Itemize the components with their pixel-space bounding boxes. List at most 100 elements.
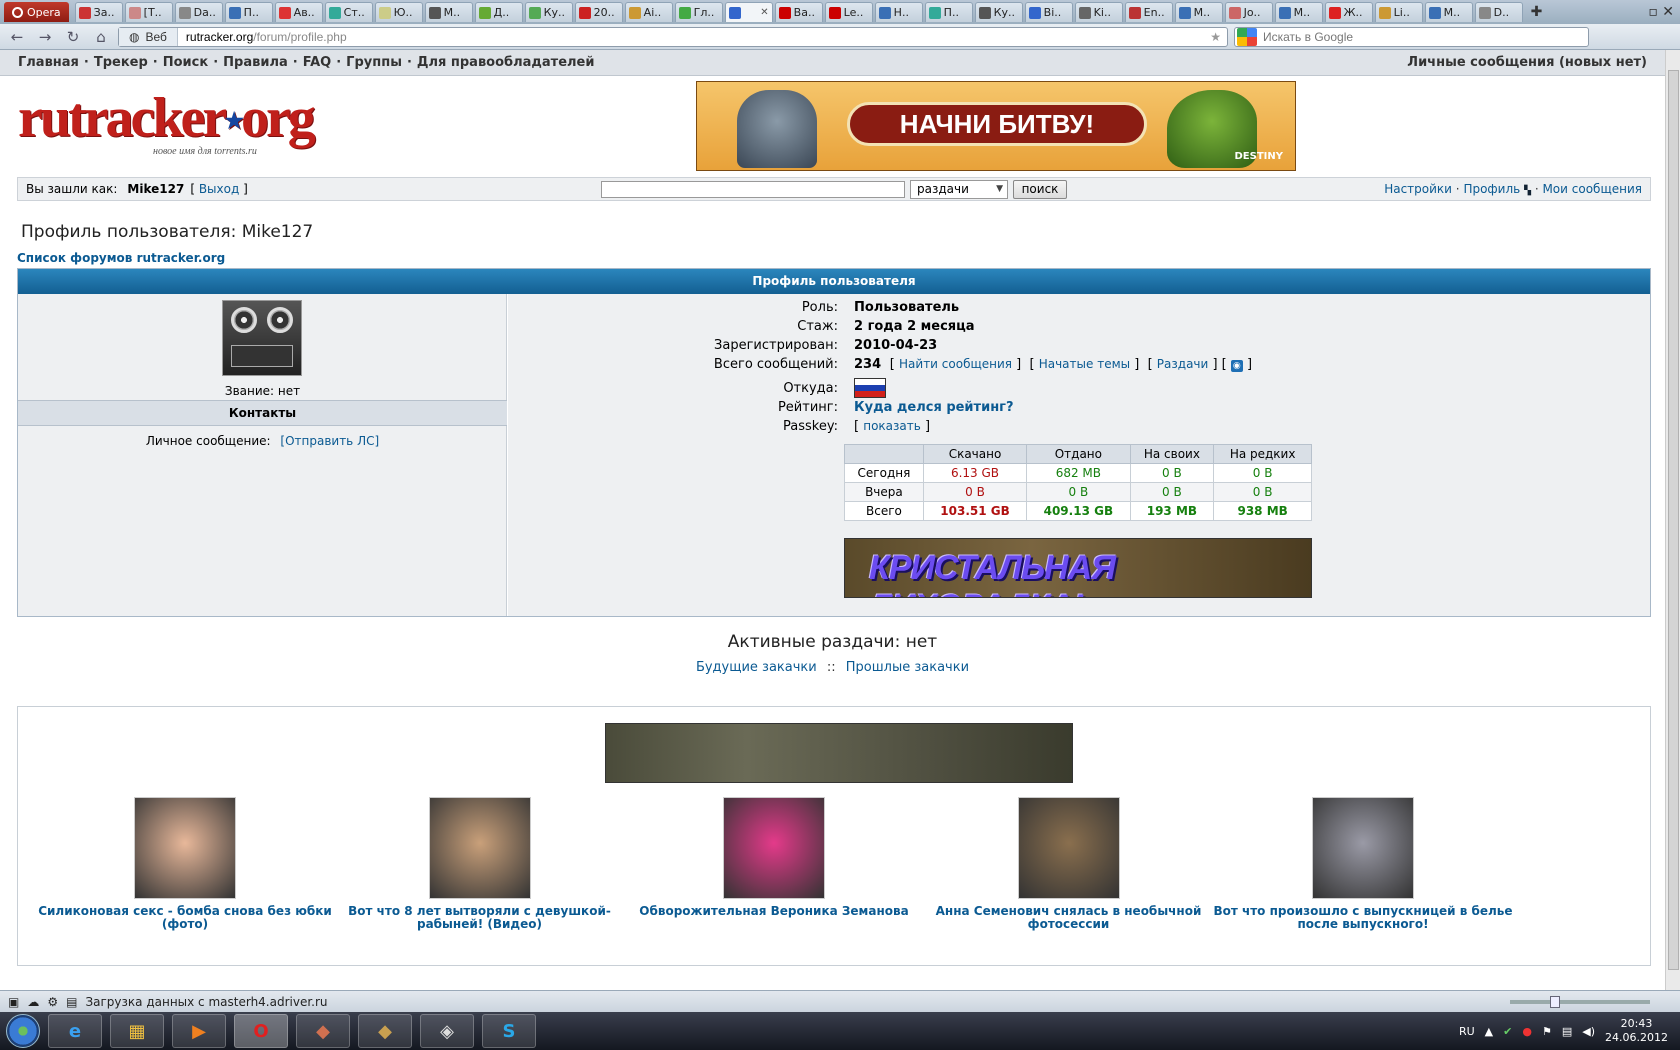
taskbar-ie-icon[interactable]: e bbox=[48, 1014, 102, 1048]
teaser-image[interactable] bbox=[134, 797, 236, 899]
game-ad-banner[interactable] bbox=[605, 723, 1073, 783]
browser-tab[interactable]: М.. bbox=[1274, 2, 1323, 22]
browser-tab[interactable]: За.. bbox=[74, 2, 123, 22]
opera-menu-button[interactable]: Opera bbox=[4, 2, 69, 22]
rss-icon[interactable]: ◉ bbox=[1230, 360, 1243, 372]
teaser-item[interactable]: Вот что 8 лет вытворяли с девушкой- рабы… bbox=[330, 797, 630, 931]
pm-status-link[interactable]: Личные сообщения (новых нет) bbox=[1407, 55, 1647, 70]
teaser-image[interactable] bbox=[1017, 797, 1120, 899]
browser-tab[interactable]: Ку.. bbox=[524, 2, 573, 22]
logout-link[interactable]: Выход bbox=[199, 182, 239, 196]
browser-tab[interactable]: М.. bbox=[1424, 2, 1473, 22]
taskbar-explorer-icon[interactable]: ▦ bbox=[110, 1014, 164, 1048]
teaser-caption[interactable]: Вот что 8 лет вытворяли с девушкой- рабы… bbox=[330, 905, 630, 931]
tray-arrow-icon[interactable]: ▲ bbox=[1485, 1025, 1493, 1038]
teaser-item[interactable]: Анна Семенович снялась в необычной фотос… bbox=[919, 797, 1219, 931]
tray-network-icon[interactable]: ▤ bbox=[1562, 1025, 1572, 1038]
teaser-image[interactable] bbox=[1312, 797, 1414, 899]
browser-tab[interactable]: Le.. bbox=[824, 2, 873, 22]
settings-link[interactable]: Настройки bbox=[1384, 182, 1452, 196]
teaser-caption[interactable]: Обворожительная Вероника Земанова bbox=[624, 905, 924, 918]
browser-tab[interactable]: Bi.. bbox=[1024, 2, 1073, 22]
crystal-fever-banner[interactable]: КРИСТАЛЬНАЯ ЛИХОРАДКА! bbox=[844, 538, 1312, 598]
browser-tab[interactable]: М.. bbox=[424, 2, 473, 22]
browser-tab[interactable]: Jo.. bbox=[1224, 2, 1273, 22]
browser-tab[interactable]: Ю.. bbox=[374, 2, 423, 22]
cloud-icon[interactable]: ☁ bbox=[27, 995, 39, 1009]
browser-tab[interactable]: Ai.. bbox=[624, 2, 673, 22]
forward-icon[interactable]: → bbox=[34, 28, 56, 46]
browser-tab[interactable]: М.. bbox=[1174, 2, 1223, 22]
start-button[interactable] bbox=[6, 1014, 40, 1048]
teaser-item[interactable]: Обворожительная Вероника Земанова bbox=[624, 797, 924, 918]
send-pm-link[interactable]: [Отправить ЛС] bbox=[280, 434, 379, 448]
passkey-show-link[interactable]: показать bbox=[863, 419, 921, 433]
browser-tab[interactable]: Ст.. bbox=[324, 2, 373, 22]
taskbar-skype-icon[interactable]: S bbox=[482, 1014, 536, 1048]
search-button[interactable]: поиск bbox=[1013, 180, 1067, 199]
search-category-select[interactable]: раздачи ▼ bbox=[910, 180, 1008, 199]
search-input[interactable] bbox=[601, 181, 905, 198]
site-logo[interactable]: rutracker★org новое имя для torrents.ru bbox=[18, 88, 338, 168]
browser-tab[interactable]: En.. bbox=[1124, 2, 1173, 22]
browser-tab[interactable]: [Т.. bbox=[124, 2, 173, 22]
browser-tab[interactable]: П.. bbox=[224, 2, 273, 22]
tray-check-icon[interactable]: ✔ bbox=[1503, 1025, 1512, 1038]
bookmark-star-icon[interactable]: ★ bbox=[1210, 30, 1227, 44]
browser-tab[interactable]: Д.. bbox=[474, 2, 523, 22]
find-posts-link[interactable]: Найти сообщения bbox=[899, 357, 1012, 371]
forum-index-link[interactable]: Список форумов rutracker.org bbox=[17, 251, 225, 265]
browser-tab[interactable]: Ва.. bbox=[774, 2, 823, 22]
tray-opera-icon[interactable]: ● bbox=[1522, 1025, 1532, 1038]
language-indicator[interactable]: RU bbox=[1459, 1025, 1475, 1038]
url-field[interactable]: ◍ Веб rutracker.org /forum/profile.php ★ bbox=[118, 26, 1228, 47]
reload-icon[interactable]: ↻ bbox=[62, 28, 84, 46]
home-icon[interactable]: ⌂ bbox=[90, 28, 112, 46]
taskbar-game-icon[interactable]: ◆ bbox=[358, 1014, 412, 1048]
browser-tab[interactable]: Ki.. bbox=[1074, 2, 1123, 22]
browser-tab[interactable]: Ж.. bbox=[1324, 2, 1373, 22]
teaser-item[interactable]: Силиконовая секс - бомба снова без юбки … bbox=[35, 797, 335, 931]
page-scrollbar[interactable] bbox=[1665, 50, 1680, 990]
teaser-caption[interactable]: Вот что произошло с выпускницей в белье … bbox=[1213, 905, 1513, 931]
my-messages-link[interactable]: Мои сообщения bbox=[1542, 182, 1642, 196]
nav-item[interactable]: Группы bbox=[346, 55, 402, 70]
teaser-image[interactable] bbox=[428, 797, 531, 899]
started-topics-link[interactable]: Начатые темы bbox=[1039, 357, 1130, 371]
back-icon[interactable]: ← bbox=[6, 28, 28, 46]
browser-tab[interactable]: D.. bbox=[1474, 2, 1523, 22]
taskbar-foobar-icon[interactable]: ◈ bbox=[420, 1014, 474, 1048]
tray-volume-icon[interactable]: ◀) bbox=[1582, 1025, 1595, 1038]
browser-tab[interactable]: Ав.. bbox=[274, 2, 323, 22]
zoom-slider-knob[interactable] bbox=[1550, 995, 1560, 1008]
browser-tab[interactable]: Ку.. bbox=[974, 2, 1023, 22]
teaser-caption[interactable]: Силиконовая секс - бомба снова без юбки … bbox=[35, 905, 335, 931]
nav-item[interactable]: FAQ bbox=[303, 55, 332, 70]
teaser-image[interactable] bbox=[723, 797, 825, 899]
future-downloads-link[interactable]: Будущие закачки bbox=[696, 660, 817, 675]
nav-item[interactable]: Трекер bbox=[94, 55, 148, 70]
teaser-item[interactable]: Вот что произошло с выпускницей в белье … bbox=[1213, 797, 1513, 931]
rating-link[interactable]: Куда делся рейтинг? bbox=[854, 400, 1014, 415]
taskbar-app-icon[interactable]: ◆ bbox=[296, 1014, 350, 1048]
top-ad-banner[interactable]: НАЧНИ БИТВУ! DESTINY bbox=[696, 81, 1296, 171]
teaser-caption[interactable]: Анна Семенович снялась в необычной фотос… bbox=[919, 905, 1219, 931]
browser-tab[interactable]: П.. bbox=[924, 2, 973, 22]
past-downloads-link[interactable]: Прошлые закачки bbox=[846, 660, 969, 675]
tray-flag-icon[interactable]: ⚑ bbox=[1542, 1025, 1552, 1038]
scrollbar-thumb[interactable] bbox=[1668, 70, 1679, 970]
browser-tab[interactable]: ✕ bbox=[724, 2, 773, 22]
taskbar-media-icon[interactable]: ▶ bbox=[172, 1014, 226, 1048]
browser-tab[interactable]: Da.. bbox=[174, 2, 223, 22]
nav-item[interactable]: Поиск bbox=[163, 55, 208, 70]
browser-tab[interactable]: Гл.. bbox=[674, 2, 723, 22]
zoom-slider[interactable] bbox=[1510, 995, 1650, 1008]
clock[interactable]: 20:43 24.06.2012 bbox=[1605, 1017, 1668, 1045]
panel-icon[interactable]: ▣ bbox=[8, 995, 19, 1009]
search-engine-field[interactable]: Искать в Google bbox=[1234, 26, 1589, 47]
browser-tab[interactable]: Li.. bbox=[1374, 2, 1423, 22]
nav-item[interactable]: Главная bbox=[18, 55, 79, 70]
browser-tab[interactable]: Н.. bbox=[874, 2, 923, 22]
profile-link[interactable]: Профиль bbox=[1463, 182, 1520, 196]
taskbar-opera-icon[interactable]: O bbox=[234, 1014, 288, 1048]
